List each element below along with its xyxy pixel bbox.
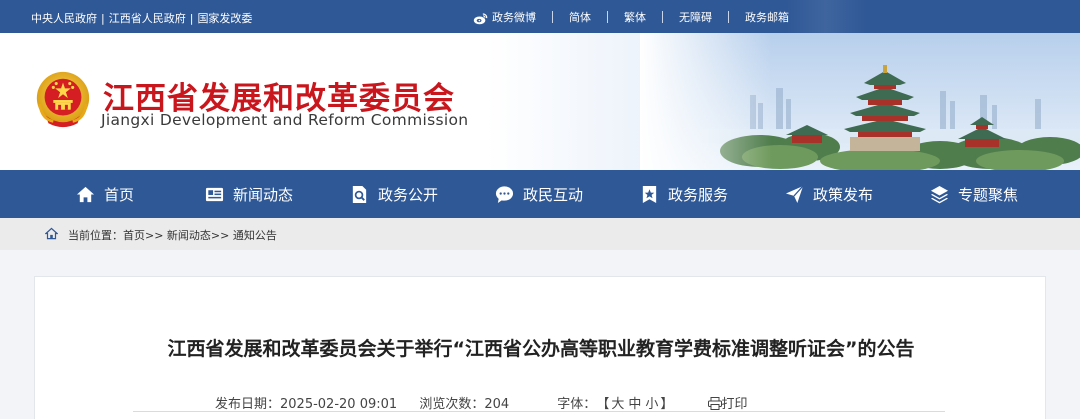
news-icon [205, 187, 224, 201]
nav-item-topics[interactable]: 专题聚焦 [930, 170, 1018, 218]
gov-mail-link[interactable]: 政务邮箱 [745, 9, 789, 25]
nav-label: 政策发布 [813, 185, 874, 204]
font-bracket-close: 】 [660, 397, 674, 412]
layers-icon [930, 185, 949, 203]
link-ndrc[interactable]: 国家发改委 [197, 10, 252, 26]
breadcrumb: 当前位置：首页>> 新闻动态>> 通知公告 [0, 218, 1080, 250]
document-search-icon [352, 185, 367, 203]
site-subtitle: Jiangxi Development and Reform Commissio… [101, 111, 469, 129]
nav-item-interaction[interactable]: 政民互动 [495, 170, 583, 218]
nav-label: 政民互动 [523, 185, 584, 204]
nav-label: 首页 [104, 185, 135, 204]
font-small-button[interactable]: 小 [645, 393, 658, 412]
weibo-link[interactable]: 政务微博 [473, 9, 536, 25]
national-emblem-icon[interactable] [32, 69, 94, 131]
simplified-chinese-link[interactable]: 简体 [569, 9, 591, 25]
nav-item-news[interactable]: 新闻动态 [205, 170, 293, 218]
font-medium-button[interactable]: 中 [628, 393, 641, 412]
link-central-gov[interactable]: 中央人民政府 [31, 10, 97, 26]
meta-divider [133, 411, 945, 412]
nav-item-home[interactable]: 首页 [76, 170, 134, 218]
article-card: 江西省发展和改革委员会关于举行“江西省公办高等职业教育学费标准调整听证会”的公告… [34, 276, 1046, 419]
article-title: 江西省发展和改革委员会关于举行“江西省公办高等职业教育学费标准调整听证会”的公告 [167, 338, 915, 360]
divider [552, 11, 553, 23]
divider [607, 11, 608, 23]
nav-label: 政务公开 [378, 185, 439, 204]
chat-icon [495, 185, 514, 203]
nav-label: 新闻动态 [233, 185, 294, 204]
views-label: 浏览次数： [419, 397, 485, 412]
printer-icon [707, 397, 722, 410]
divider [728, 11, 729, 23]
nav-item-services[interactable]: 政务服务 [640, 170, 728, 218]
send-icon [785, 185, 804, 203]
nav-item-policy[interactable]: 政策发布 [785, 170, 873, 218]
gov-links: 中央人民政府 | 江西省人民政府 | 国家发改委 [31, 10, 252, 26]
print-button[interactable]: 打印 [707, 393, 748, 412]
print-label: 打印 [721, 397, 748, 412]
publish-date-value: 2025-02-20 09:01 [280, 397, 398, 412]
font-size-label: 字体： [557, 397, 597, 412]
nav-label: 政务服务 [668, 185, 729, 204]
accessibility-link[interactable]: 无障碍 [679, 9, 712, 25]
weibo-icon [473, 12, 488, 24]
top-utility-bar: 中央人民政府 | 江西省人民政府 | 国家发改委 政务微博 简体 繁体 无障碍 政务邮箱 [0, 0, 1080, 33]
nav-label: 专题聚焦 [958, 185, 1019, 204]
topbar-actions: 政务微博 简体 繁体 无障碍 政务邮箱 [473, 9, 789, 25]
divider: | [101, 12, 105, 25]
article-meta: 发布日期：2025-02-20 09:01 浏览次数：204 字体：【大中小】 … [215, 393, 748, 412]
site-header: 江西省发展和改革委员会 Jiangxi Development and Refo… [0, 33, 1080, 170]
main-nav: 首页 新闻动态 政务公开 政民互动 政务服务 政策发布 专题聚焦 [0, 170, 1080, 218]
publish-date-label: 发布日期： [215, 397, 281, 412]
divider [662, 11, 663, 23]
divider: | [189, 12, 194, 25]
star-bookmark-icon [642, 185, 657, 203]
link-jiangxi-gov[interactable]: 江西省人民政府 [109, 10, 186, 26]
nav-item-gov-info[interactable]: 政务公开 [350, 170, 438, 218]
views-value: 204 [484, 397, 510, 412]
tengwang-pavilion-illustration [640, 33, 1080, 170]
breadcrumb-path[interactable]: 首页>> 新闻动态>> 通知公告 [123, 229, 277, 242]
breadcrumb-prefix: 当前位置： [68, 229, 123, 242]
weibo-label: 政务微博 [492, 11, 536, 24]
home-icon [76, 186, 95, 202]
font-large-button[interactable]: 大 [611, 393, 624, 412]
font-bracket-open: 【 [596, 397, 610, 412]
topbar-highlight [786, 0, 866, 33]
home-outline-icon [45, 227, 58, 240]
traditional-chinese-link[interactable]: 繁体 [624, 9, 646, 25]
